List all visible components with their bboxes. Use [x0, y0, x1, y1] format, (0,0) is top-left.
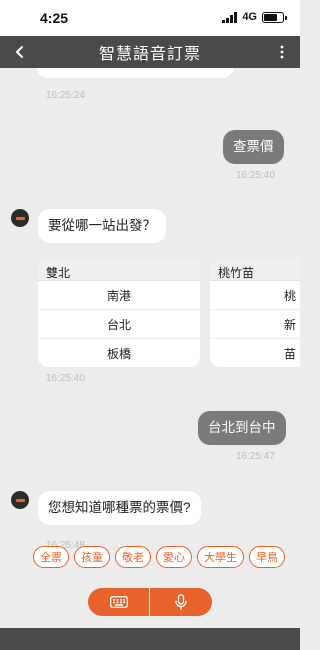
user-message-bubble: 查票價 — [223, 130, 284, 164]
page-title: 智慧語音訂票 — [98, 46, 201, 63]
quick-reply-chip[interactable]: 大學生 — [197, 546, 244, 568]
station-card: 雙北 南港 台北 板橋 — [38, 259, 200, 367]
quick-reply-chip[interactable]: 孩童 — [74, 546, 110, 568]
quick-reply-list: 全票 孩童 敬老 愛心 大學生 早鳥 — [33, 546, 285, 568]
station-card-title: 桃竹苗 — [210, 259, 300, 281]
bot-message-bubble: 您想知道哪種票的票價? — [38, 491, 201, 525]
bottom-bar — [0, 628, 300, 650]
quick-reply-chip[interactable]: 愛心 — [156, 546, 192, 568]
network-label: 4G — [242, 11, 257, 23]
chevron-left-icon — [16, 46, 23, 58]
station-card: 桃竹苗 桃 新 苗 — [210, 259, 300, 367]
message-timestamp: 16:25:47 — [236, 451, 275, 462]
station-option[interactable]: 苗 — [210, 339, 300, 367]
bot-message-bubble: 要從哪一站出發？ — [38, 209, 166, 243]
header: 智慧語音訂票 — [0, 36, 300, 68]
user-message-bubble: 台北到台中 — [198, 411, 286, 445]
station-option[interactable]: 桃 — [210, 281, 300, 310]
status-indicators: 4G — [222, 11, 287, 23]
chat-area[interactable]: 16:25:24 查票價 16:25:40 要從哪一站出發？ 雙北 南港 台北 … — [0, 68, 300, 588]
station-option[interactable]: 新 — [210, 310, 300, 339]
battery-icon — [262, 11, 287, 23]
signal-icon — [222, 11, 238, 23]
bot-avatar — [11, 209, 29, 227]
keyboard-button[interactable] — [88, 588, 150, 616]
input-mode-toggle — [88, 588, 212, 616]
more-button[interactable] — [272, 40, 292, 64]
message-timestamp: 16:25:24 — [46, 90, 85, 101]
status-time: 4:25 — [40, 10, 69, 26]
status-bar: 4:25 4G — [0, 0, 300, 36]
bot-avatar — [11, 491, 29, 509]
station-card-title: 雙北 — [38, 259, 200, 281]
message-timestamp: 16:25:40 — [236, 170, 275, 181]
more-vertical-icon — [280, 45, 284, 59]
keyboard-icon — [109, 596, 128, 608]
back-button[interactable] — [8, 40, 32, 64]
quick-reply-chip[interactable]: 全票 — [33, 546, 69, 568]
quick-reply-chip[interactable]: 早鳥 — [249, 546, 285, 568]
bot-message-bubble — [36, 68, 234, 78]
station-option[interactable]: 南港 — [38, 281, 200, 310]
quick-reply-chip[interactable]: 敬老 — [115, 546, 151, 568]
voice-input-button[interactable] — [150, 588, 212, 616]
station-option[interactable]: 台北 — [38, 310, 200, 339]
station-option[interactable]: 板橋 — [38, 339, 200, 367]
message-timestamp: 16:25:40 — [46, 373, 85, 384]
microphone-icon — [175, 593, 187, 610]
